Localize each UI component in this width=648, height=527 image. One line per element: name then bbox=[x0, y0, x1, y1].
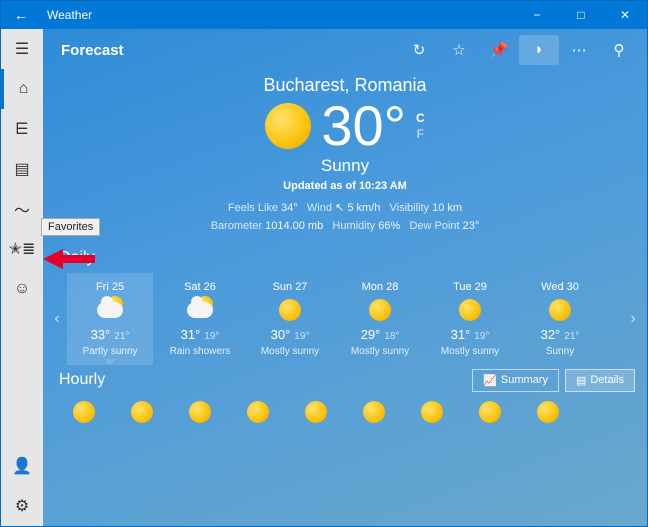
day-condition: Sunny bbox=[521, 346, 599, 357]
app-title: Weather bbox=[41, 8, 515, 22]
sidebar-item-feedback[interactable]: 👤 bbox=[1, 446, 43, 486]
pin-icon[interactable]: 📌 bbox=[479, 41, 519, 59]
day-condition: Partly sunny bbox=[71, 346, 149, 357]
list-icon: ▤ bbox=[576, 374, 586, 387]
day-condition: Mostly sunny bbox=[251, 346, 329, 357]
sun-icon bbox=[189, 401, 211, 423]
back-button[interactable]: ← bbox=[1, 7, 41, 23]
details-button[interactable]: ▤Details bbox=[565, 369, 635, 392]
sun-icon bbox=[537, 401, 559, 423]
location-name: Bucharest, Romania bbox=[43, 75, 647, 96]
unit-celsius[interactable]: C bbox=[416, 111, 425, 125]
sidebar-item-settings[interactable]: ⚙ bbox=[1, 486, 43, 526]
sun-icon bbox=[363, 401, 385, 423]
sun-icon bbox=[479, 401, 501, 423]
sun-icon bbox=[73, 401, 95, 423]
weather-icon bbox=[251, 297, 329, 323]
sidebar: ☰ ⌂ ⋿ ▤ 〜 ✭≣ ☺ 👤 ⚙ Favorites bbox=[1, 29, 43, 526]
sidebar-item-places[interactable]: 〜 bbox=[1, 189, 43, 229]
sun-icon bbox=[421, 401, 443, 423]
day-temp: 29°18° bbox=[341, 327, 419, 342]
day-name: Mon 28 bbox=[341, 281, 419, 293]
chevron-right-icon[interactable]: › bbox=[623, 310, 643, 328]
current-temperature: 30° bbox=[321, 98, 406, 154]
close-button[interactable]: ✕ bbox=[603, 8, 647, 22]
sidebar-item-history[interactable]: ▤ bbox=[1, 149, 43, 189]
weather-icon bbox=[161, 297, 239, 323]
summary-button[interactable]: 📈Summary bbox=[472, 369, 559, 392]
sidebar-item-maps[interactable]: ⋿ bbox=[1, 109, 43, 149]
day-name: Sat 26 bbox=[161, 281, 239, 293]
maximize-button[interactable]: □ bbox=[559, 8, 603, 22]
sun-icon bbox=[265, 103, 311, 149]
day-card[interactable]: Sun 27 30°19° Mostly sunny bbox=[247, 273, 333, 365]
day-temp: 33°21° bbox=[71, 327, 149, 342]
day-card[interactable]: Mon 28 29°18° Mostly sunny bbox=[337, 273, 423, 365]
day-card[interactable]: Wed 30 32°21° Sunny bbox=[517, 273, 603, 365]
weather-icon bbox=[521, 297, 599, 323]
minimize-button[interactable]: − bbox=[515, 8, 559, 22]
weather-icon bbox=[71, 297, 149, 323]
more-icon[interactable]: ⋯ bbox=[559, 41, 599, 59]
wind-arrow-icon: ↖ bbox=[335, 202, 344, 214]
search-icon[interactable]: ⚲ bbox=[599, 41, 639, 59]
current-stats: Feels Like 34° Wind ↖ 5 km/h Visibility … bbox=[43, 200, 647, 235]
weather-icon bbox=[341, 297, 419, 323]
day-temp: 31°19° bbox=[431, 327, 509, 342]
page-title: Forecast bbox=[51, 42, 124, 59]
current-condition: Sunny bbox=[43, 156, 647, 176]
sidebar-item-forecast[interactable]: ⌂ bbox=[1, 69, 43, 109]
hourly-title: Hourly bbox=[43, 365, 466, 395]
day-temp: 31°19° bbox=[161, 327, 239, 342]
day-card[interactable]: Sat 26 31°19° Rain showers bbox=[157, 273, 243, 365]
sidebar-item-favorites[interactable]: ✭≣ bbox=[1, 229, 43, 269]
moon-icon[interactable]: ◗ bbox=[519, 35, 559, 65]
day-temp: 30°19° bbox=[251, 327, 329, 342]
updated-time: Updated as of 10:23 AM bbox=[43, 180, 647, 192]
refresh-icon[interactable]: ↻ bbox=[399, 41, 439, 59]
chart-icon: 📈 bbox=[483, 374, 497, 387]
content-toolbar: Forecast ↻ ☆ 📌 ◗ ⋯ ⚲ bbox=[43, 29, 647, 71]
sun-icon bbox=[131, 401, 153, 423]
day-name: Tue 29 bbox=[431, 281, 509, 293]
sidebar-item-news[interactable]: ☺ bbox=[1, 269, 43, 309]
day-name: Sun 27 bbox=[251, 281, 329, 293]
current-conditions: Bucharest, Romania 30° C F Sunny Updated… bbox=[43, 71, 647, 243]
hamburger-icon[interactable]: ☰ bbox=[1, 29, 43, 69]
weather-icon bbox=[431, 297, 509, 323]
favorite-icon[interactable]: ☆ bbox=[439, 41, 479, 59]
day-condition: Mostly sunny bbox=[341, 346, 419, 357]
daily-title: Daily bbox=[43, 243, 647, 273]
favorites-tooltip: Favorites bbox=[41, 218, 100, 236]
main-content: Forecast ↻ ☆ 📌 ◗ ⋯ ⚲ Bucharest, Romania … bbox=[43, 29, 647, 526]
unit-fahrenheit[interactable]: F bbox=[416, 127, 425, 141]
daily-forecast: ‹ Fri 2533°21°Partly sunnySat 2631°19°Ra… bbox=[43, 273, 647, 365]
chevron-left-icon[interactable]: ‹ bbox=[47, 310, 67, 328]
hourly-row bbox=[43, 395, 647, 423]
day-condition: Mostly sunny bbox=[431, 346, 509, 357]
sun-icon bbox=[247, 401, 269, 423]
sun-icon bbox=[305, 401, 327, 423]
title-bar: ← Weather − □ ✕ bbox=[1, 1, 647, 29]
annotation-arrow bbox=[43, 249, 95, 289]
day-temp: 32°21° bbox=[521, 327, 599, 342]
day-name: Wed 30 bbox=[521, 281, 599, 293]
day-card[interactable]: Tue 29 31°19° Mostly sunny bbox=[427, 273, 513, 365]
day-condition: Rain showers bbox=[161, 346, 239, 357]
